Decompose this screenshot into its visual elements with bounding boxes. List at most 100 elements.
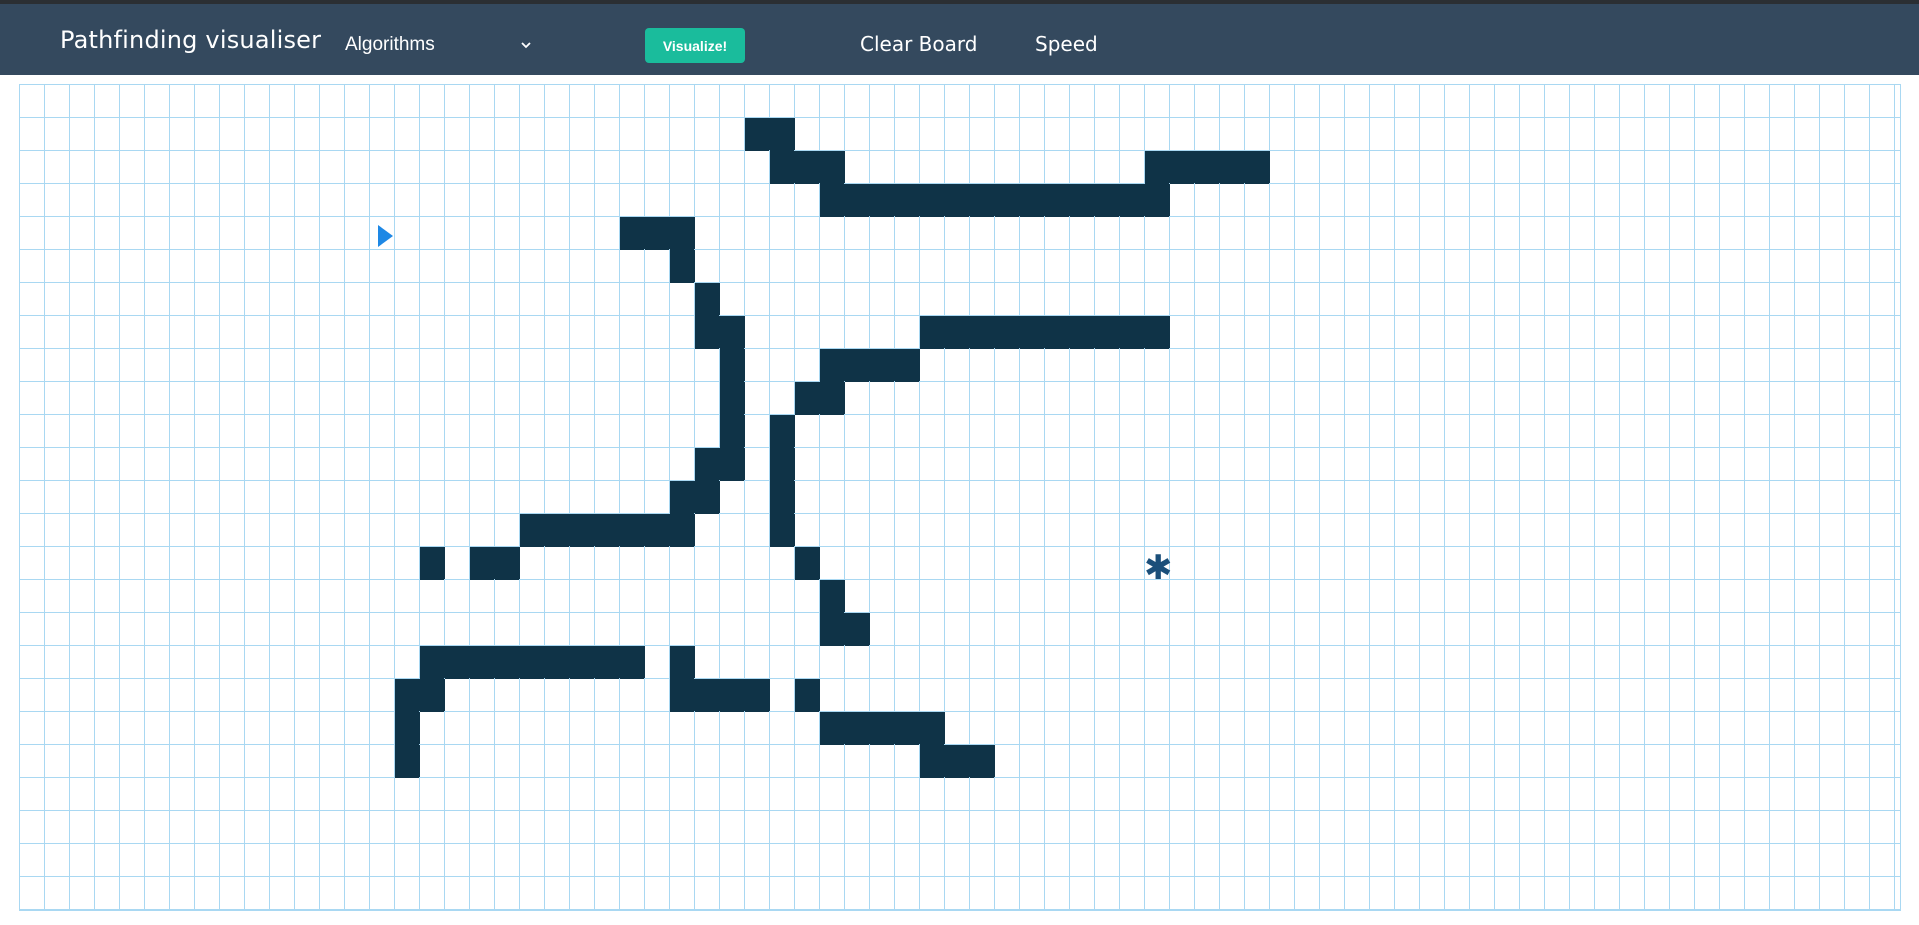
wall-node[interactable] — [695, 316, 719, 348]
wall-node[interactable] — [1220, 151, 1244, 183]
wall-node[interactable] — [920, 712, 944, 744]
wall-node[interactable] — [1245, 151, 1269, 183]
wall-node[interactable] — [620, 217, 644, 249]
wall-node[interactable] — [1145, 316, 1169, 348]
wall-node[interactable] — [770, 481, 794, 513]
wall-node[interactable] — [1020, 184, 1044, 216]
wall-node[interactable] — [720, 382, 744, 414]
wall-node[interactable] — [495, 547, 519, 579]
wall-node[interactable] — [570, 514, 594, 546]
wall-node[interactable] — [945, 745, 969, 777]
wall-node[interactable] — [1045, 316, 1069, 348]
wall-node[interactable] — [870, 712, 894, 744]
wall-node[interactable] — [420, 646, 444, 678]
wall-node[interactable] — [870, 349, 894, 381]
wall-node[interactable] — [970, 316, 994, 348]
wall-node[interactable] — [920, 745, 944, 777]
wall-node[interactable] — [820, 382, 844, 414]
wall-node[interactable] — [1120, 184, 1144, 216]
wall-node[interactable] — [845, 613, 869, 645]
wall-node[interactable] — [770, 415, 794, 447]
wall-node[interactable] — [670, 481, 694, 513]
wall-node[interactable] — [670, 514, 694, 546]
wall-node[interactable] — [470, 646, 494, 678]
wall-node[interactable] — [820, 712, 844, 744]
wall-node[interactable] — [1070, 184, 1094, 216]
wall-node[interactable] — [545, 646, 569, 678]
wall-node[interactable] — [995, 184, 1019, 216]
wall-node[interactable] — [695, 679, 719, 711]
wall-node[interactable] — [720, 679, 744, 711]
wall-node[interactable] — [820, 580, 844, 612]
wall-node[interactable] — [795, 382, 819, 414]
wall-node[interactable] — [420, 547, 444, 579]
wall-node[interactable] — [395, 679, 419, 711]
wall-node[interactable] — [495, 646, 519, 678]
wall-node[interactable] — [870, 184, 894, 216]
wall-node[interactable] — [1095, 184, 1119, 216]
wall-node[interactable] — [770, 514, 794, 546]
wall-node[interactable] — [1095, 316, 1119, 348]
algorithms-dropdown[interactable]: Algorithms — [345, 29, 540, 59]
wall-node[interactable] — [845, 184, 869, 216]
wall-node[interactable] — [1120, 316, 1144, 348]
wall-node[interactable] — [745, 679, 769, 711]
grid-board[interactable]: ✱ — [19, 84, 1901, 911]
speed-menu[interactable]: Speed — [1035, 32, 1098, 56]
wall-node[interactable] — [895, 712, 919, 744]
wall-node[interactable] — [620, 514, 644, 546]
wall-node[interactable] — [770, 118, 794, 150]
wall-node[interactable] — [820, 613, 844, 645]
wall-node[interactable] — [895, 349, 919, 381]
wall-node[interactable] — [945, 184, 969, 216]
wall-node[interactable] — [470, 547, 494, 579]
wall-node[interactable] — [795, 679, 819, 711]
wall-node[interactable] — [820, 349, 844, 381]
wall-node[interactable] — [1195, 151, 1219, 183]
wall-node[interactable] — [520, 646, 544, 678]
wall-node[interactable] — [1145, 151, 1169, 183]
wall-node[interactable] — [670, 646, 694, 678]
wall-node[interactable] — [770, 151, 794, 183]
wall-node[interactable] — [395, 745, 419, 777]
target-node[interactable]: ✱ — [1144, 546, 1173, 588]
wall-node[interactable] — [720, 316, 744, 348]
wall-node[interactable] — [770, 448, 794, 480]
wall-node[interactable] — [445, 646, 469, 678]
wall-node[interactable] — [970, 745, 994, 777]
wall-node[interactable] — [820, 184, 844, 216]
wall-node[interactable] — [620, 646, 644, 678]
wall-node[interactable] — [795, 151, 819, 183]
wall-node[interactable] — [645, 217, 669, 249]
wall-node[interactable] — [420, 679, 444, 711]
wall-node[interactable] — [695, 448, 719, 480]
wall-node[interactable] — [945, 316, 969, 348]
wall-node[interactable] — [895, 184, 919, 216]
wall-node[interactable] — [745, 118, 769, 150]
clear-board-button[interactable]: Clear Board — [860, 32, 977, 56]
wall-node[interactable] — [670, 679, 694, 711]
wall-node[interactable] — [670, 217, 694, 249]
wall-node[interactable] — [970, 184, 994, 216]
visualize-button[interactable]: Visualize! — [645, 28, 745, 63]
wall-node[interactable] — [670, 250, 694, 282]
wall-node[interactable] — [1170, 151, 1194, 183]
wall-node[interactable] — [720, 349, 744, 381]
wall-node[interactable] — [395, 712, 419, 744]
wall-node[interactable] — [645, 514, 669, 546]
wall-node[interactable] — [920, 316, 944, 348]
wall-node[interactable] — [820, 151, 844, 183]
wall-node[interactable] — [520, 514, 544, 546]
wall-node[interactable] — [1020, 316, 1044, 348]
wall-node[interactable] — [995, 316, 1019, 348]
wall-node[interactable] — [695, 283, 719, 315]
wall-node[interactable] — [1145, 184, 1169, 216]
wall-node[interactable] — [545, 514, 569, 546]
wall-node[interactable] — [845, 349, 869, 381]
wall-node[interactable] — [1045, 184, 1069, 216]
wall-node[interactable] — [595, 646, 619, 678]
wall-node[interactable] — [720, 415, 744, 447]
start-node[interactable] — [369, 216, 394, 249]
wall-node[interactable] — [595, 514, 619, 546]
wall-node[interactable] — [920, 184, 944, 216]
